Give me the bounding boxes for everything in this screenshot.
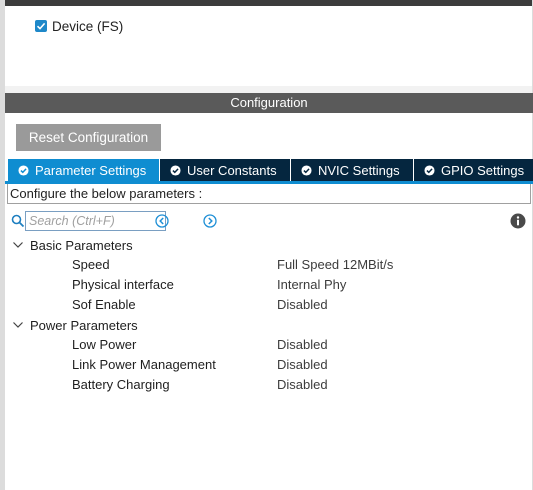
check-circle-icon — [170, 164, 181, 176]
tab-label: Parameter Settings — [35, 162, 147, 178]
arrow-left-circle-icon[interactable] — [155, 214, 169, 228]
group-basic-parameters[interactable]: Basic Parameters — [12, 235, 133, 255]
param-value[interactable]: Internal Phy — [277, 275, 346, 295]
param-name[interactable]: Speed — [72, 255, 110, 275]
chevron-down-icon[interactable] — [12, 319, 24, 331]
param-value[interactable]: Disabled — [277, 295, 328, 315]
check-circle-icon — [424, 164, 435, 176]
check-circle-icon — [301, 164, 312, 176]
group-label: Basic Parameters — [30, 237, 133, 253]
group-label: Power Parameters — [30, 317, 138, 333]
reset-configuration-button[interactable]: Reset Configuration — [16, 124, 161, 151]
configuration-header: Configuration — [5, 93, 533, 113]
check-circle-icon — [18, 164, 29, 176]
tab-user-constants[interactable]: User Constants — [160, 159, 291, 181]
param-name[interactable]: Low Power — [72, 335, 136, 355]
tab-label: GPIO Settings — [441, 162, 525, 178]
tab-parameter-settings[interactable]: Parameter Settings — [8, 159, 160, 181]
param-value[interactable]: Disabled — [277, 375, 328, 395]
device-checkbox-row[interactable]: Device (FS) — [35, 17, 123, 35]
param-name[interactable]: Physical interface — [72, 275, 174, 295]
info-icon[interactable] — [510, 213, 526, 229]
param-name[interactable]: Sof Enable — [72, 295, 136, 315]
configure-parameters-label: Configure the below parameters : — [7, 184, 531, 204]
config-tabs: Parameter Settings User Constants NVIC S… — [8, 159, 533, 181]
mode-panel-bottom — [5, 86, 532, 93]
param-name[interactable]: Link Power Management — [72, 355, 216, 375]
top-strip — [0, 0, 533, 6]
checkmark-icon — [36, 22, 46, 30]
left-border — [0, 0, 5, 490]
tab-nvic-settings[interactable]: NVIC Settings — [291, 159, 414, 181]
search-input[interactable] — [25, 211, 166, 231]
param-value[interactable]: Disabled — [277, 335, 328, 355]
tab-label: NVIC Settings — [318, 162, 400, 178]
param-value[interactable]: Disabled — [277, 355, 328, 375]
device-checkbox[interactable] — [35, 20, 47, 32]
group-power-parameters[interactable]: Power Parameters — [12, 315, 138, 335]
arrow-right-circle-icon[interactable] — [203, 214, 217, 228]
search-icon[interactable] — [11, 214, 25, 228]
param-value[interactable]: Full Speed 12MBit/s — [277, 255, 393, 275]
tab-gpio-settings[interactable]: GPIO Settings — [414, 159, 533, 181]
chevron-down-icon[interactable] — [12, 239, 24, 251]
device-label: Device (FS) — [52, 18, 124, 34]
tab-label: User Constants — [187, 162, 277, 178]
param-name[interactable]: Battery Charging — [72, 375, 170, 395]
